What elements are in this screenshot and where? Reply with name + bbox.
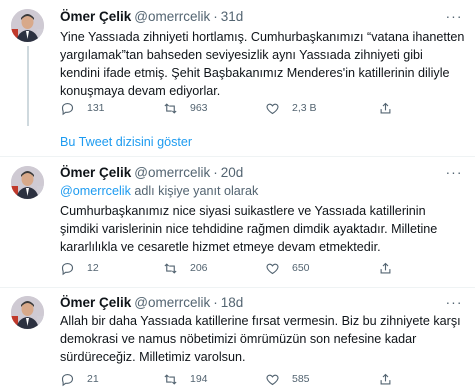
- reply-icon: [61, 373, 74, 386]
- tweet-time[interactable]: 18d: [221, 295, 244, 310]
- reply-button[interactable]: 21: [60, 370, 99, 388]
- more-icon[interactable]: ···: [445, 295, 463, 311]
- tweet-time[interactable]: 20d: [221, 165, 244, 180]
- like-count: 650: [292, 262, 310, 274]
- share-icon: [380, 102, 391, 113]
- tweet[interactable]: Ömer Çelik @omerrcelik · 20d ··· @omerrceli…: [0, 157, 475, 287]
- retweet-button[interactable]: 194: [163, 370, 208, 388]
- retweet-count: 206: [190, 262, 208, 274]
- tweet-actions: 131 963 2,3 B: [60, 99, 460, 117]
- tweet-header: Ömer Çelik @omerrcelik · 31d: [60, 8, 243, 26]
- share-icon: [380, 262, 391, 273]
- author-name[interactable]: Ömer Çelik: [60, 165, 131, 180]
- retweet-button[interactable]: 206: [163, 259, 208, 277]
- retweet-button[interactable]: 963: [163, 99, 208, 117]
- heart-icon: [266, 263, 279, 274]
- show-thread-link[interactable]: Bu Tweet dizisini göster: [60, 133, 192, 151]
- tweet-text: Yine Yassıada zihniyeti hortlamış. Cumhu…: [60, 30, 465, 98]
- tweet-time[interactable]: 31d: [221, 9, 244, 24]
- retweet-icon: [164, 102, 177, 114]
- like-count: 2,3 B: [292, 102, 317, 114]
- replying-mention[interactable]: @omerrcelik: [60, 184, 131, 198]
- tweet-text: Allah bir daha Yassıada katillerine fırs…: [60, 314, 461, 364]
- more-icon[interactable]: ···: [445, 9, 463, 25]
- author-name[interactable]: Ömer Çelik: [60, 9, 131, 24]
- avatar[interactable]: [11, 166, 44, 199]
- like-count: 585: [292, 373, 310, 385]
- reply-count: 131: [87, 102, 105, 114]
- tweet-actions: 21 194 585: [60, 370, 460, 388]
- replying-to: @omerrcelik adlı kişiye yanıt olarak: [60, 182, 258, 200]
- reply-icon: [61, 102, 74, 115]
- reply-count: 21: [87, 373, 99, 385]
- retweet-icon: [164, 262, 177, 274]
- separator-dot: ·: [213, 165, 218, 180]
- retweet-count: 963: [190, 102, 208, 114]
- thread-connector: [27, 46, 29, 126]
- separator-dot: ·: [213, 295, 218, 310]
- retweet-icon: [164, 373, 177, 385]
- avatar[interactable]: [11, 296, 44, 329]
- tweet-text: Cumhurbaşkanımız nice siyasi suikastlere…: [60, 204, 438, 254]
- share-button[interactable]: [378, 370, 393, 388]
- reply-count: 12: [87, 262, 99, 274]
- author-handle[interactable]: @omerrcelik: [134, 165, 210, 180]
- tweet-header: Ömer Çelik @omerrcelik · 20d: [60, 164, 243, 182]
- tweet[interactable]: Ömer Çelik @omerrcelik · 18d ··· Allah bir …: [0, 288, 475, 391]
- reply-button[interactable]: 131: [60, 99, 105, 117]
- tweet[interactable]: Ömer Çelik @omerrcelik · 31d ··· Yine Yassı…: [0, 0, 475, 126]
- like-button[interactable]: 650: [265, 259, 310, 277]
- share-button[interactable]: [378, 99, 393, 117]
- reply-button[interactable]: 12: [60, 259, 99, 277]
- avatar[interactable]: [11, 9, 44, 42]
- share-button[interactable]: [378, 259, 393, 277]
- heart-icon: [266, 103, 279, 114]
- more-icon[interactable]: ···: [445, 165, 463, 181]
- retweet-count: 194: [190, 373, 208, 385]
- author-handle[interactable]: @omerrcelik: [134, 295, 210, 310]
- replying-suffix: adlı kişiye yanıt olarak: [130, 184, 259, 198]
- reply-icon: [61, 262, 74, 275]
- like-button[interactable]: 2,3 B: [265, 99, 317, 117]
- heart-icon: [266, 374, 279, 385]
- author-name[interactable]: Ömer Çelik: [60, 295, 131, 310]
- share-icon: [380, 373, 391, 384]
- like-button[interactable]: 585: [265, 370, 310, 388]
- tweet-header: Ömer Çelik @omerrcelik · 18d: [60, 294, 243, 312]
- author-handle[interactable]: @omerrcelik: [134, 9, 210, 24]
- tweet-actions: 12 206 650: [60, 259, 460, 277]
- separator-dot: ·: [213, 9, 218, 24]
